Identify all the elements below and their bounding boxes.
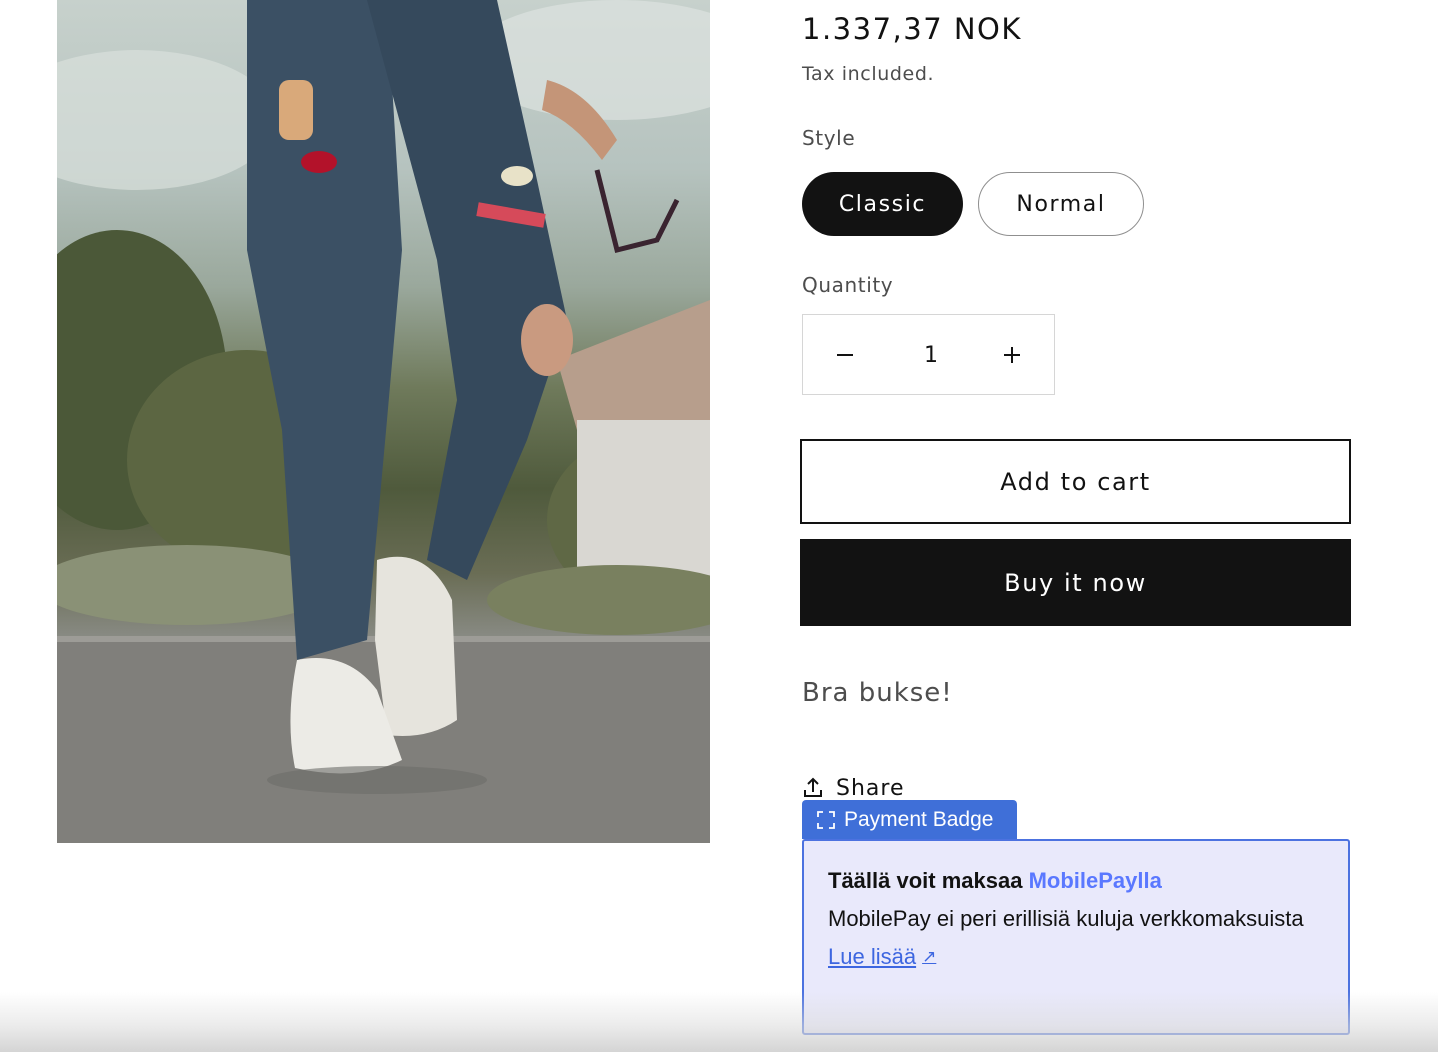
increase-quantity-button[interactable] (970, 315, 1054, 394)
product-price: 1.337,37 NOK (802, 12, 1022, 46)
payment-badge-text: MobilePay ei peri erillisiä kuluja verkk… (828, 906, 1304, 931)
plus-icon (1004, 346, 1020, 363)
payment-badge-headline: Täällä voit maksaa MobilePaylla (828, 863, 1324, 899)
style-option-normal[interactable]: Normal (978, 172, 1144, 236)
style-label: Style (802, 126, 856, 150)
style-option-classic[interactable]: Classic (802, 172, 963, 236)
product-image (57, 0, 710, 843)
share-label: Share (836, 775, 905, 801)
minus-icon (837, 353, 853, 356)
product-image-illustration (57, 0, 710, 843)
quantity-stepper (802, 314, 1055, 396)
product-description: Bra bukse! (802, 678, 953, 708)
share-icon (804, 777, 822, 797)
mobilepay-brand: MobilePaylla (1028, 868, 1162, 893)
frame-icon (817, 810, 835, 829)
read-more-link[interactable]: Lue lisää ↗ (828, 938, 936, 976)
add-to-cart-button[interactable]: Add to cart (800, 439, 1351, 524)
quantity-label: Quantity (802, 273, 894, 297)
decrease-quantity-button[interactable] (803, 315, 887, 394)
quantity-input[interactable] (887, 315, 975, 396)
buy-now-button[interactable]: Buy it now (800, 539, 1351, 626)
external-link-icon: ↗ (922, 947, 937, 966)
payment-badge: Täällä voit maksaa MobilePaylla MobilePa… (802, 839, 1350, 1035)
read-more-label: Lue lisää (828, 944, 917, 969)
payment-badge-tab: Payment Badge (802, 800, 1017, 839)
payment-badge-tab-label: Payment Badge (844, 807, 994, 831)
tax-note: Tax included. (802, 63, 935, 85)
payment-badge-headline-text: Täällä voit maksaa (828, 868, 1023, 893)
